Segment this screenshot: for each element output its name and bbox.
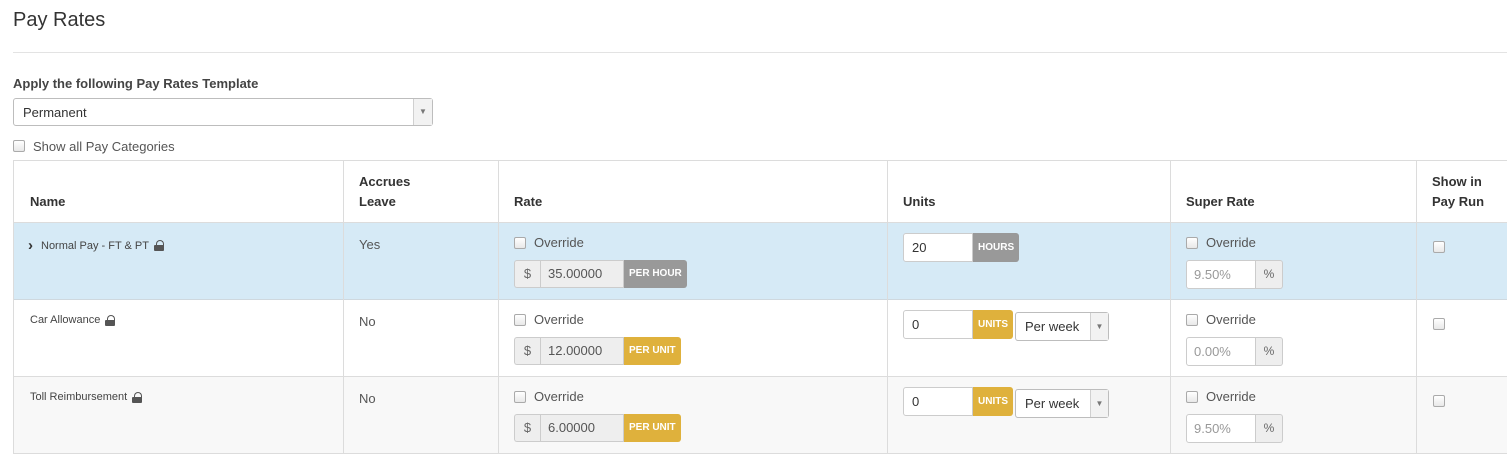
- header-rate: Rate: [514, 194, 543, 209]
- rate-override-label: Override: [534, 312, 584, 327]
- column-divider: [1170, 161, 1171, 453]
- pay-rates-table: Name Accrues Leave Rate Units Super Rate…: [13, 160, 1507, 454]
- title-divider: [13, 52, 1507, 53]
- units-input-group: 0 UNITS Per week ▼: [903, 387, 1109, 418]
- super-rate-group: 0.00% %: [1186, 337, 1283, 366]
- rate-override-checkbox[interactable]: [514, 236, 526, 249]
- percent-addon: %: [1256, 337, 1283, 366]
- header-accrues-line2: Leave: [359, 194, 396, 209]
- units-input-group: 20 HOURS: [903, 233, 1020, 262]
- rate-override-checkbox[interactable]: [514, 390, 526, 403]
- accrues-leave-value: Yes: [359, 237, 381, 252]
- rate-unit-badge: PER UNIT: [624, 337, 681, 365]
- super-override[interactable]: Override: [1186, 312, 1256, 327]
- show-in-pay-run-checkbox[interactable]: [1433, 395, 1445, 407]
- units-type-badge: UNITS: [973, 310, 1013, 339]
- rate-input[interactable]: 6.00000: [540, 414, 624, 442]
- rate-override[interactable]: Override: [514, 235, 584, 250]
- super-rate-input[interactable]: 0.00%: [1186, 337, 1256, 366]
- dropdown-arrow-icon[interactable]: ▼: [413, 99, 432, 125]
- row-name-cell: Car Allowance: [30, 314, 116, 326]
- row-name: Toll Reimbursement: [30, 391, 128, 403]
- table-header: Name Accrues Leave Rate Units Super Rate…: [14, 161, 1507, 223]
- row-name: Car Allowance: [30, 314, 101, 326]
- show-all-label: Show all Pay Categories: [33, 138, 175, 154]
- rate-input-group: $ 6.00000 PER UNIT: [514, 414, 681, 442]
- show-all-checkbox[interactable]: [13, 140, 25, 152]
- super-override-checkbox[interactable]: [1186, 390, 1198, 403]
- super-rate-group: 9.50% %: [1186, 260, 1283, 289]
- rate-override-label: Override: [534, 235, 584, 250]
- rate-unit-badge: PER UNIT: [624, 414, 681, 442]
- show-in-pay-run-checkbox[interactable]: [1433, 241, 1445, 253]
- period-select-value: Per week: [1025, 319, 1080, 334]
- template-select-value: Permanent: [23, 105, 87, 120]
- super-override-label: Override: [1206, 389, 1256, 404]
- header-units: Units: [903, 194, 936, 209]
- column-divider: [498, 161, 499, 453]
- rate-override-checkbox[interactable]: [514, 313, 526, 326]
- rate-input-group: $ 35.00000 PER HOUR: [514, 260, 687, 288]
- super-override-checkbox[interactable]: [1186, 236, 1198, 249]
- super-override[interactable]: Override: [1186, 235, 1256, 250]
- header-show-line1: Show in: [1432, 174, 1482, 189]
- units-type-badge: UNITS: [973, 387, 1013, 416]
- super-override-label: Override: [1206, 235, 1256, 250]
- rate-override[interactable]: Override: [514, 389, 584, 404]
- accrues-leave-value: No: [359, 391, 376, 406]
- header-accrues-line1: Accrues: [359, 174, 411, 189]
- table-row: › Normal Pay - FT & PT Yes Override $ 35…: [14, 223, 1507, 300]
- table-row: Car Allowance No Override $ 12.00000 PER…: [14, 300, 1507, 377]
- units-input[interactable]: 0: [903, 387, 973, 416]
- period-select-value: Per week: [1025, 396, 1080, 411]
- page-title: Pay Rates: [13, 9, 106, 31]
- super-rate-group: 9.50% %: [1186, 414, 1283, 443]
- currency-addon: $: [514, 260, 540, 288]
- header-show-line2: Pay Run: [1432, 194, 1485, 209]
- header-accrues-leave: Accrues Leave: [359, 172, 410, 212]
- super-override[interactable]: Override: [1186, 389, 1256, 404]
- table-row: Toll Reimbursement No Override $ 6.00000…: [14, 377, 1507, 453]
- period-select[interactable]: Per week ▼: [1015, 389, 1109, 418]
- currency-addon: $: [514, 414, 540, 442]
- units-input[interactable]: 20: [903, 233, 973, 262]
- dropdown-arrow-icon[interactable]: ▼: [1090, 390, 1108, 417]
- show-all-categories[interactable]: Show all Pay Categories: [13, 138, 175, 154]
- units-type-badge: HOURS: [973, 233, 1020, 262]
- lock-icon: [132, 391, 143, 403]
- template-select[interactable]: Permanent ▼: [13, 98, 433, 126]
- currency-addon: $: [514, 337, 540, 365]
- super-override-label: Override: [1206, 312, 1256, 327]
- super-override-checkbox[interactable]: [1186, 313, 1198, 326]
- accrues-leave-value: No: [359, 314, 376, 329]
- header-super-rate: Super Rate: [1186, 194, 1255, 209]
- chevron-right-icon[interactable]: ›: [28, 237, 33, 254]
- column-divider: [887, 161, 888, 453]
- show-in-pay-run-checkbox[interactable]: [1433, 318, 1445, 330]
- super-rate-input[interactable]: 9.50%: [1186, 260, 1256, 289]
- rate-override[interactable]: Override: [514, 312, 584, 327]
- column-divider: [1416, 161, 1417, 453]
- lock-icon: [105, 314, 116, 326]
- percent-addon: %: [1256, 414, 1283, 443]
- super-rate-input[interactable]: 9.50%: [1186, 414, 1256, 443]
- period-select[interactable]: Per week ▼: [1015, 312, 1109, 341]
- rate-override-label: Override: [534, 389, 584, 404]
- column-divider: [343, 161, 344, 453]
- rate-unit-badge: PER HOUR: [624, 260, 687, 288]
- template-label: Apply the following Pay Rates Template: [13, 76, 259, 91]
- units-input[interactable]: 0: [903, 310, 973, 339]
- row-name: Normal Pay - FT & PT: [41, 239, 149, 252]
- units-input-group: 0 UNITS Per week ▼: [903, 310, 1109, 341]
- rate-input-group: $ 12.00000 PER UNIT: [514, 337, 681, 365]
- rate-input[interactable]: 35.00000: [540, 260, 624, 288]
- header-show-in-pay-run: Show in Pay Run: [1432, 172, 1484, 212]
- header-name: Name: [30, 194, 66, 209]
- percent-addon: %: [1256, 260, 1283, 289]
- lock-icon: [153, 240, 164, 251]
- row-name-cell: › Normal Pay - FT & PT: [28, 237, 164, 254]
- row-name-cell: Toll Reimbursement: [30, 391, 143, 403]
- dropdown-arrow-icon[interactable]: ▼: [1090, 313, 1108, 340]
- rate-input[interactable]: 12.00000: [540, 337, 624, 365]
